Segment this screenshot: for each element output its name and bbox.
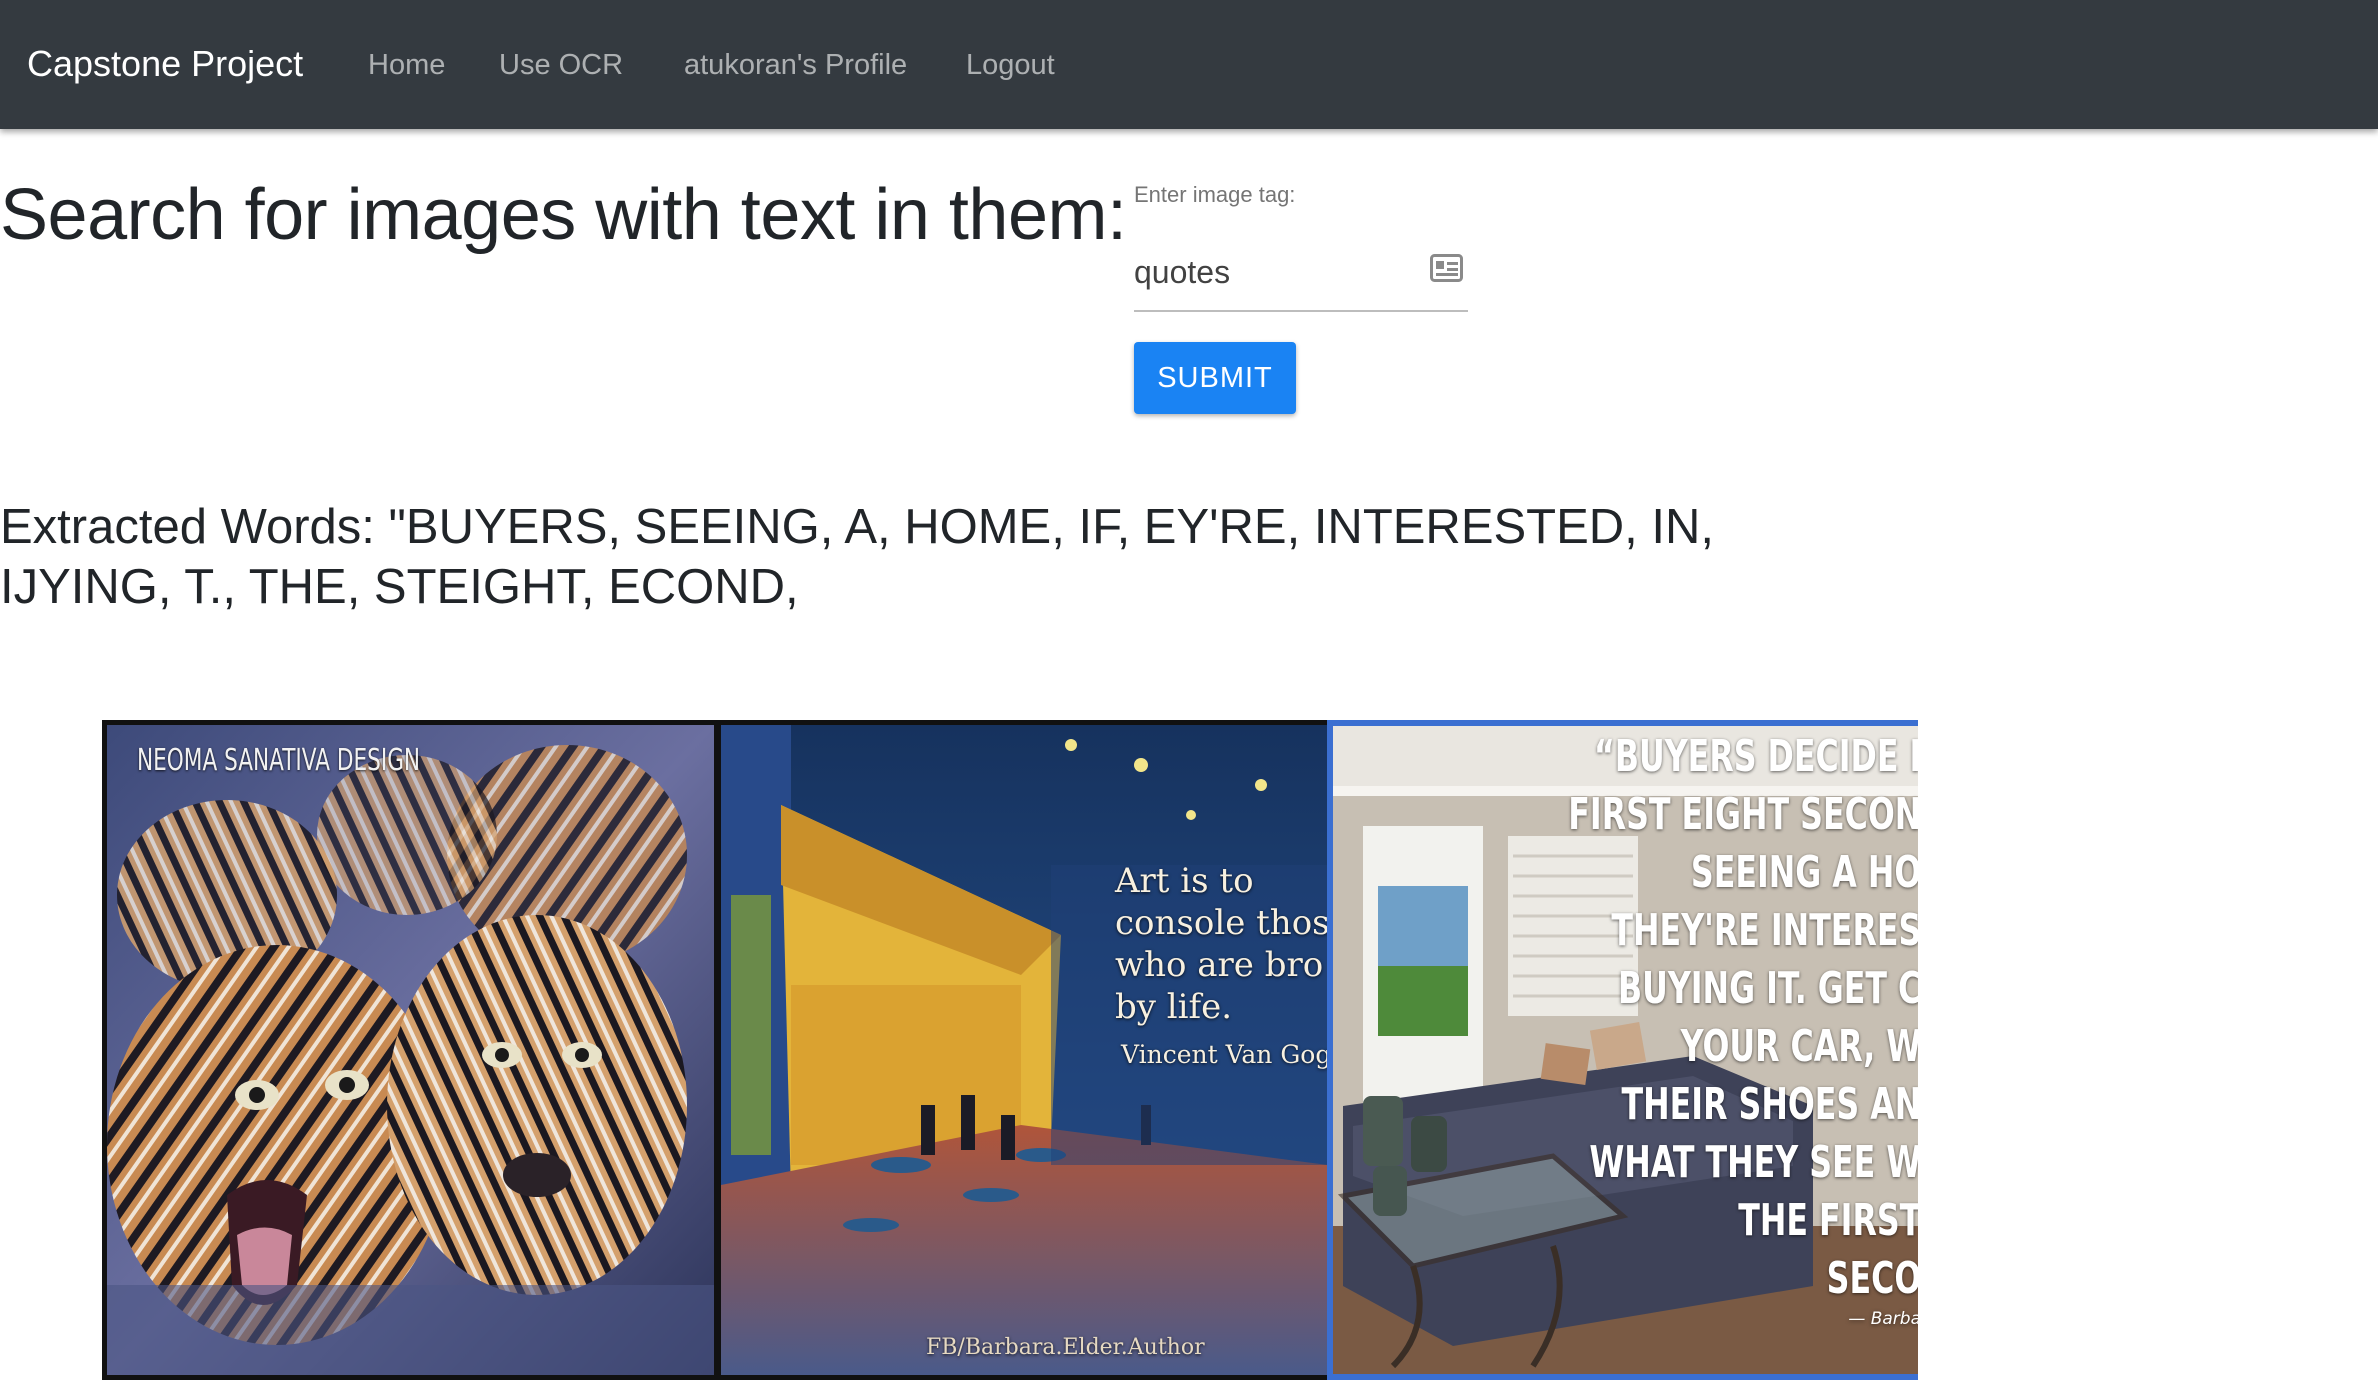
quote-line: console thos	[1115, 903, 1330, 943]
buyers-quote: “BUYERS DECIDE I FIRST EIGHT SECON SEEIN…	[1431, 728, 1918, 1330]
quote-line: Art is to	[1115, 861, 1254, 901]
living-room-image[interactable]: “BUYERS DECIDE I FIRST EIGHT SECON SEEIN…	[1327, 720, 1918, 1380]
tiger-illustration	[107, 725, 714, 1375]
nav-link-logout[interactable]: Logout	[966, 46, 1055, 84]
quote-line: THEY'RE INTERES	[1611, 905, 1918, 956]
quote-line: WHAT THEY SEE W	[1589, 1137, 1918, 1188]
quote-line: THEIR SHOES AN	[1621, 1079, 1918, 1130]
page-title: Search for images with text in them:	[0, 175, 1127, 255]
quote-line: BUYING IT. GET C	[1617, 963, 1918, 1014]
extracted-words-text: Extracted Words: "BUYERS, SEEING, A, HOM…	[0, 500, 1715, 614]
nav-link-use-ocr[interactable]: Use OCR	[499, 46, 623, 84]
quote-line: FIRST EIGHT SECON	[1567, 789, 1918, 840]
nav-link-profile[interactable]: atukoran's Profile	[684, 46, 907, 84]
brand-link[interactable]: Capstone Project	[27, 42, 303, 86]
cafe-painting-image[interactable]: Art is to console thos who are bro by li…	[719, 720, 1333, 1380]
image-tag-input[interactable]	[1134, 248, 1404, 296]
quote-line: by life.	[1115, 987, 1233, 1027]
quote-line: “BUYERS DECIDE I	[1593, 731, 1918, 782]
submit-button[interactable]: SUBMIT	[1134, 342, 1296, 414]
contact-card-icon	[1430, 254, 1463, 282]
image-carousel: NEOMA SANATIVA DESIGN Art is to console …	[102, 720, 1918, 1380]
quote-line: SECO	[1826, 1253, 1918, 1304]
quote-line: who are bro	[1115, 945, 1324, 985]
art-quote: Art is to console thos who are bro by li…	[1115, 860, 1332, 1076]
top-navbar: Capstone Project Home Use OCR atukoran's…	[0, 0, 2378, 129]
image-tag-field	[1134, 240, 1468, 312]
quote-line: YOUR CAR, W	[1680, 1021, 1918, 1072]
tiger-watermark: NEOMA SANATIVA DESIGN	[137, 743, 421, 778]
image-tag-label: Enter image tag:	[1134, 182, 1296, 207]
quote-line: THE FIRST	[1737, 1195, 1918, 1246]
quote-author: Vincent Van Gog	[1121, 1040, 1332, 1069]
cafe-credit: FB/Barbara.Elder.Author	[926, 1335, 1205, 1360]
quote-line: SEEING A HO	[1690, 847, 1918, 898]
quote-credit: — Barba	[1848, 1309, 1918, 1329]
nav-link-home[interactable]: Home	[368, 46, 445, 84]
tiger-image[interactable]: NEOMA SANATIVA DESIGN	[102, 720, 719, 1380]
